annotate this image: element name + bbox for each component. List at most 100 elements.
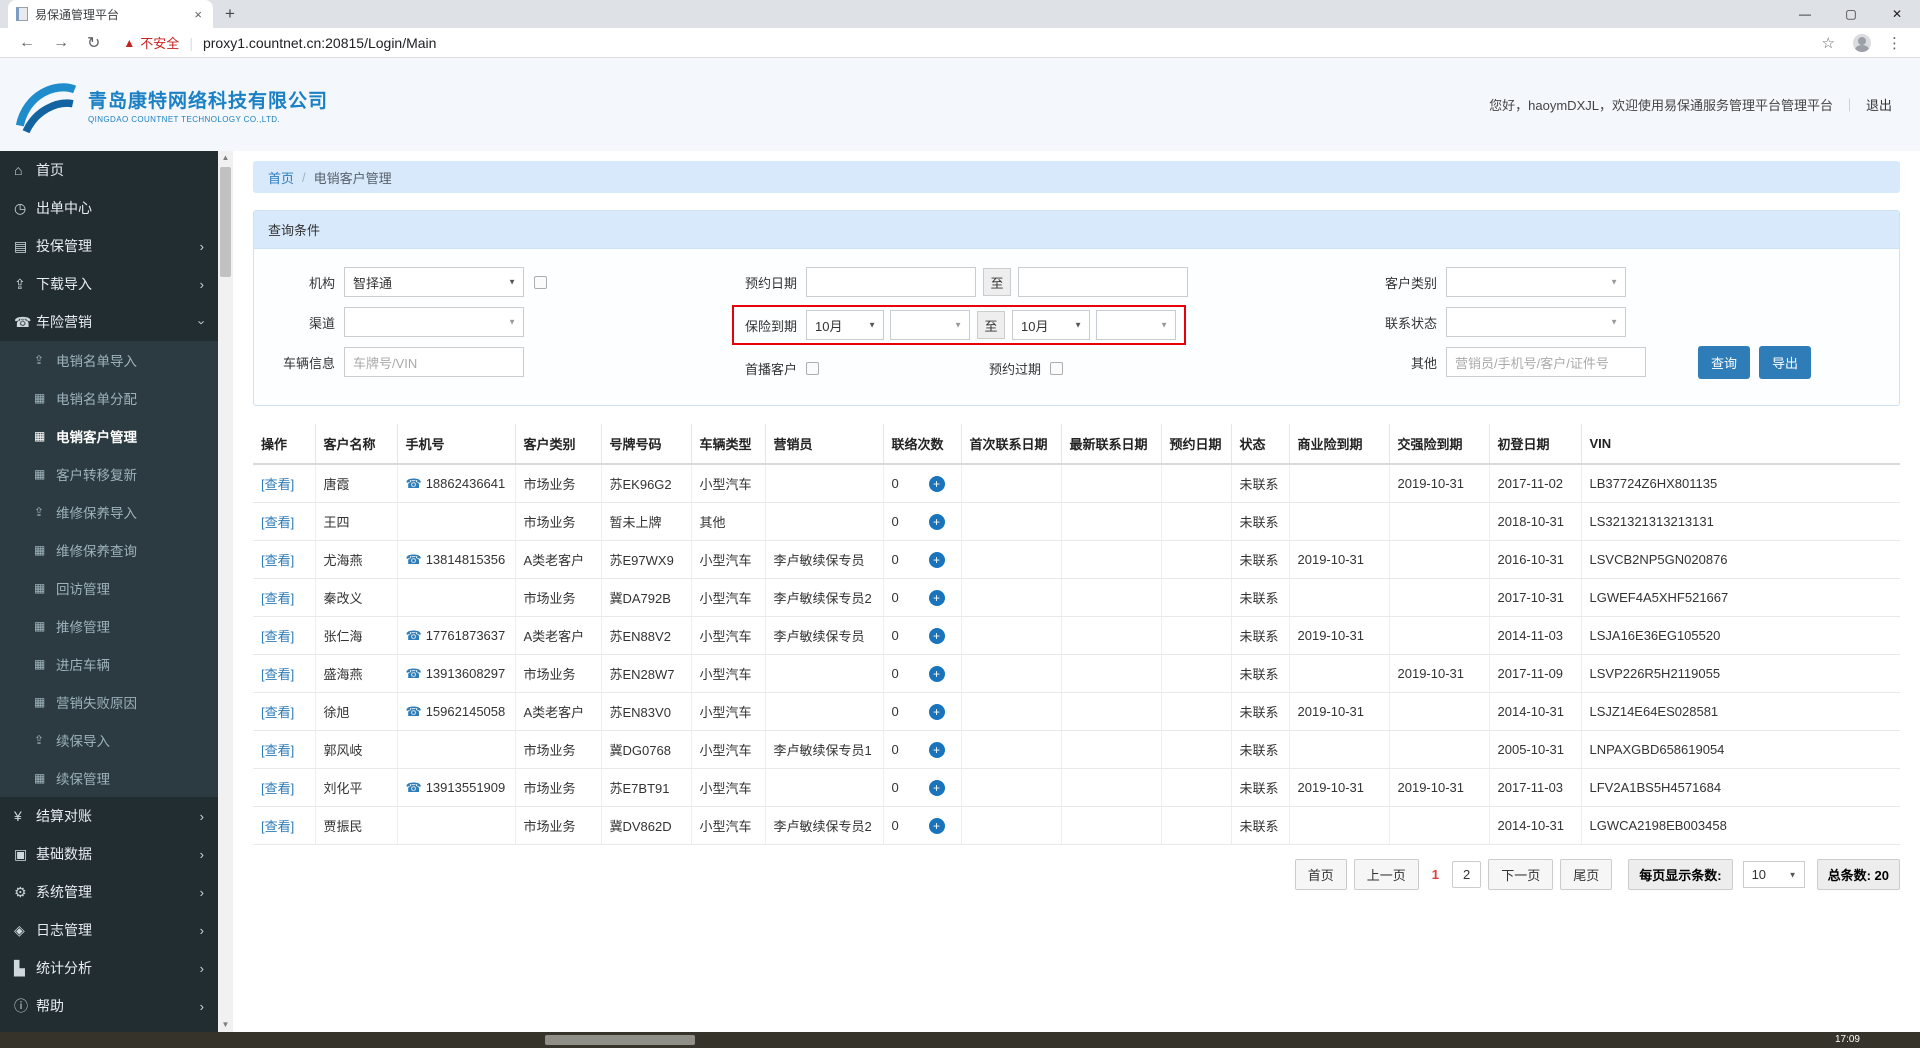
view-link[interactable]: [查看] <box>261 629 294 644</box>
last-page-button[interactable]: 尾页 <box>1560 859 1613 890</box>
document-icon: ▤ <box>14 237 28 254</box>
sidebar-item[interactable]: ▦ 电销名单分配 <box>0 379 218 417</box>
sidebar-item[interactable]: ▙ 统计分析 › <box>0 949 218 987</box>
browser-tab[interactable]: 易保通管理平台 × <box>8 0 213 28</box>
add-contact-icon[interactable]: + <box>928 817 945 834</box>
view-link[interactable]: [查看] <box>261 743 294 758</box>
add-contact-icon[interactable]: + <box>928 513 945 530</box>
view-link[interactable]: [查看] <box>261 591 294 606</box>
security-warning-label[interactable]: 不安全 <box>140 33 179 52</box>
refresh-icon[interactable]: ↻ <box>87 33 100 53</box>
add-contact-icon[interactable]: + <box>928 627 945 644</box>
view-link[interactable]: [查看] <box>261 781 294 796</box>
sidebar-item[interactable]: ⇪ 续保导入 <box>0 721 218 759</box>
url-field[interactable]: ▲ 不安全 | proxy1.countnet.cn:20815/Login/M… <box>123 33 1811 52</box>
view-link[interactable]: [查看] <box>261 477 294 492</box>
scroll-down-icon[interactable]: ▼ <box>222 1018 230 1032</box>
sidebar-item[interactable]: ⚙ 系统管理 › <box>0 873 218 911</box>
add-contact-icon[interactable]: + <box>928 741 945 758</box>
window-close-button[interactable]: ✕ <box>1874 0 1920 28</box>
export-button[interactable]: 导出 <box>1759 345 1812 379</box>
table-row: [查看] 刘化平 ☎ 13913551909 市场业务 苏E7BT91 小型汽车 … <box>253 768 1900 807</box>
add-contact-icon[interactable]: + <box>928 589 945 606</box>
view-link[interactable]: [查看] <box>261 667 294 682</box>
sidebar-item[interactable]: ▣ 基础数据 › <box>0 835 218 873</box>
sidebar-item[interactable]: ⇪ 下载导入 › <box>0 265 218 303</box>
channel-select[interactable]: ▼ <box>344 307 524 337</box>
column-header: 号牌号码 <box>601 424 692 465</box>
url-text[interactable]: proxy1.countnet.cn:20815/Login/Main <box>203 35 437 51</box>
sidebar-item[interactable]: ▦ 续保管理 <box>0 759 218 797</box>
security-warning-icon[interactable]: ▲ <box>123 36 135 50</box>
insurance-month-from-select[interactable]: 10月 ▼ <box>806 310 884 340</box>
appoint-expired-checkbox[interactable] <box>1050 361 1064 375</box>
chevron-down-icon: ▼ <box>508 277 516 287</box>
view-link[interactable]: [查看] <box>261 515 294 530</box>
search-button[interactable]: 查询 <box>1698 345 1751 379</box>
column-header: 预约日期 <box>1161 424 1232 465</box>
add-contact-icon[interactable]: + <box>928 665 945 682</box>
first-page-button[interactable]: 首页 <box>1294 859 1347 890</box>
sidebar-item[interactable]: ▤ 投保管理 › <box>0 227 218 265</box>
sidebar-item[interactable]: ▦ 推修管理 <box>0 607 218 645</box>
page-number-button[interactable]: 1 <box>1426 862 1445 887</box>
org-checkbox[interactable] <box>534 275 547 289</box>
sidebar-item[interactable]: ▦ 电销客户管理 <box>0 417 218 455</box>
add-contact-icon[interactable]: + <box>928 779 945 796</box>
sidebar-item[interactable]: ⌂ 首页 <box>0 151 218 189</box>
new-tab-button[interactable]: + <box>225 4 235 24</box>
breadcrumb-home-link[interactable]: 首页 <box>268 168 294 187</box>
sidebar-item[interactable]: ▦ 回访管理 <box>0 569 218 607</box>
cell-customer-type: 市场业务 <box>515 578 602 617</box>
insurance-month-to-select[interactable]: 10月 ▼ <box>1012 310 1090 340</box>
sidebar-item[interactable]: ⓘ 帮助 › <box>0 987 218 1025</box>
view-link[interactable]: [查看] <box>261 705 294 720</box>
add-contact-icon[interactable]: + <box>928 551 945 568</box>
sidebar-item[interactable]: ◷ 出单中心 <box>0 189 218 227</box>
view-link[interactable]: [查看] <box>261 819 294 834</box>
customer-type-select[interactable]: ▼ <box>1446 267 1626 297</box>
customer-type-label: 客户类别 <box>1384 275 1437 291</box>
sidebar-item[interactable]: ⇪ 维修保养导入 <box>0 493 218 531</box>
page-number-button[interactable]: 2 <box>1451 861 1482 888</box>
first-call-checkbox[interactable] <box>806 361 819 375</box>
sidebar-scrollbar[interactable]: ▲ ▼ <box>218 151 233 1032</box>
sidebar-item[interactable]: ¥ 结算对账 › <box>0 797 218 835</box>
browser-menu-icon[interactable]: ⋮ <box>1887 34 1902 52</box>
sidebar-item[interactable]: ▦ 进店车辆 <box>0 645 218 683</box>
horizontal-scrollbar-thumb[interactable] <box>545 1035 695 1045</box>
sidebar-item[interactable]: ▦ 营销失败原因 <box>0 683 218 721</box>
sidebar-item[interactable]: ▦ 维修保养查询 <box>0 531 218 569</box>
org-select[interactable]: 智择通 ▼ <box>344 267 524 297</box>
logout-link[interactable]: 退出 <box>1866 95 1892 114</box>
forward-icon[interactable]: → <box>53 34 69 52</box>
insurance-day-from-select[interactable]: ▼ <box>890 310 970 340</box>
contact-status-select[interactable]: ▼ <box>1446 307 1626 337</box>
cell-agent <box>765 502 884 541</box>
prev-page-button[interactable]: 上一页 <box>1353 859 1419 890</box>
scroll-up-icon[interactable]: ▲ <box>222 151 230 165</box>
sidebar-item[interactable]: ▦ 客户转移复新 <box>0 455 218 493</box>
add-contact-icon[interactable]: + <box>928 475 945 492</box>
profile-avatar[interactable] <box>1853 33 1871 52</box>
appoint-date-to-input[interactable] <box>1018 267 1188 297</box>
window-maximize-button[interactable]: ▢ <box>1828 0 1874 28</box>
view-link[interactable]: [查看] <box>261 553 294 568</box>
bookmark-star-icon[interactable]: ☆ <box>1822 34 1835 52</box>
scrollbar-thumb[interactable] <box>220 167 231 277</box>
add-contact-icon[interactable]: + <box>928 703 945 720</box>
cell-vehicle-type: 小型汽车 <box>691 540 766 579</box>
sidebar-item-label: 电销客户管理 <box>56 430 137 445</box>
next-page-button[interactable]: 下一页 <box>1488 859 1554 890</box>
tab-close-icon[interactable]: × <box>191 7 205 22</box>
vehicle-info-input[interactable]: 车牌号/VIN <box>344 347 524 377</box>
appoint-date-from-input[interactable] <box>806 267 976 297</box>
back-icon[interactable]: ← <box>19 34 35 52</box>
page-size-select[interactable]: 10 ▼ <box>1742 861 1805 888</box>
sidebar-item[interactable]: ⇪ 电销名单导入 <box>0 341 218 379</box>
other-input[interactable]: 营销员/手机号/客户/证件号 <box>1446 347 1646 377</box>
sidebar-item[interactable]: ☎ 车险营销 › <box>0 303 218 341</box>
insurance-day-to-select[interactable]: ▼ <box>1096 310 1176 340</box>
sidebar-item[interactable]: ◈ 日志管理 › <box>0 911 218 949</box>
window-minimize-button[interactable]: — <box>1782 0 1828 28</box>
